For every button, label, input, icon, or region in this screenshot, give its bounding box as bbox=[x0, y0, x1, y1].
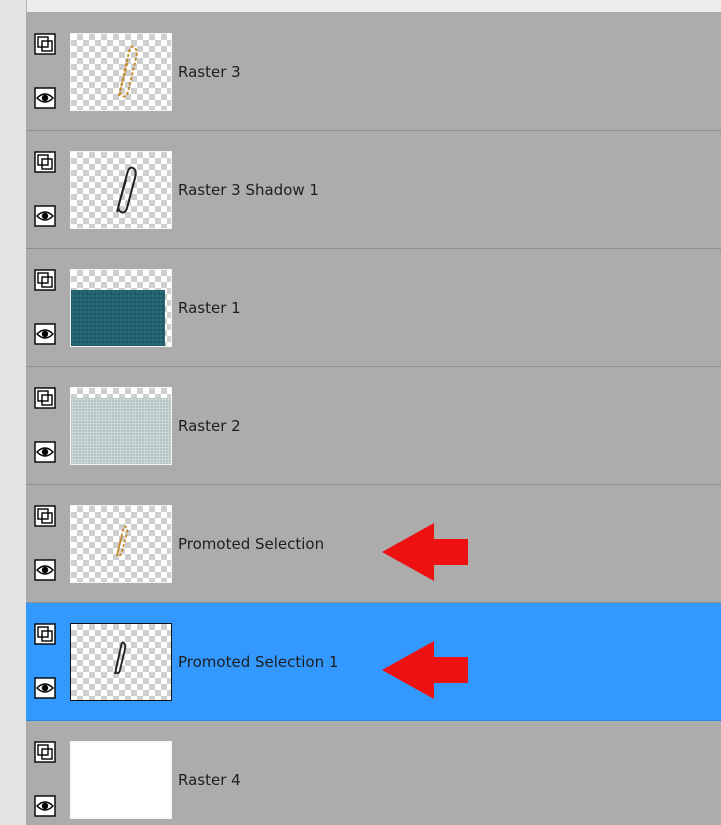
layer-name: Raster 4 bbox=[178, 771, 241, 789]
grey-texture bbox=[71, 398, 171, 464]
layer-thumbnail[interactable] bbox=[70, 387, 172, 465]
layer-name: Raster 2 bbox=[178, 417, 241, 435]
link-layer-icon[interactable] bbox=[34, 387, 56, 409]
eye-icon[interactable] bbox=[34, 795, 56, 817]
layer-name: Raster 3 Shadow 1 bbox=[178, 181, 319, 199]
layer-row[interactable]: Raster 2 bbox=[26, 367, 721, 485]
eye-icon[interactable] bbox=[34, 205, 56, 227]
link-layer-icon[interactable] bbox=[34, 269, 56, 291]
layer-thumbnail[interactable] bbox=[70, 623, 172, 701]
link-layer-icon[interactable] bbox=[34, 623, 56, 645]
layer-row-selected[interactable]: Promoted Selection 1 bbox=[26, 603, 721, 721]
layer-thumbnail[interactable] bbox=[70, 741, 172, 819]
layers-panel: Raster 3 Raster 3 Shadow 1 Raster 1 Rast… bbox=[26, 13, 721, 825]
layer-name: Promoted Selection 1 bbox=[178, 653, 339, 671]
panel-left-edge bbox=[0, 0, 27, 825]
layer-row[interactable]: Raster 1 bbox=[26, 249, 721, 367]
paperclip-icon bbox=[116, 525, 129, 557]
link-layer-icon[interactable] bbox=[34, 151, 56, 173]
eye-icon[interactable] bbox=[34, 441, 56, 463]
eye-icon[interactable] bbox=[34, 323, 56, 345]
layer-thumbnail[interactable] bbox=[70, 269, 172, 347]
red-arrow-icon bbox=[382, 641, 468, 699]
layer-row[interactable]: Promoted Selection bbox=[26, 485, 721, 603]
link-layer-icon[interactable] bbox=[34, 505, 56, 527]
paperclip-icon bbox=[118, 45, 138, 98]
layer-name: Promoted Selection bbox=[178, 535, 325, 553]
link-layer-icon[interactable] bbox=[34, 33, 56, 55]
teal-texture bbox=[71, 290, 165, 346]
eye-icon[interactable] bbox=[34, 87, 56, 109]
layer-row[interactable]: Raster 3 Shadow 1 bbox=[26, 131, 721, 249]
layer-row[interactable]: Raster 3 bbox=[26, 13, 721, 131]
eye-icon[interactable] bbox=[34, 559, 56, 581]
paperclip-icon bbox=[114, 641, 127, 675]
red-arrow-icon bbox=[382, 523, 468, 581]
layer-name: Raster 1 bbox=[178, 299, 241, 317]
layer-name: Raster 3 bbox=[178, 63, 241, 81]
layer-thumbnail[interactable] bbox=[70, 33, 172, 111]
layer-thumbnail[interactable] bbox=[70, 505, 172, 583]
paperclip-icon bbox=[116, 166, 137, 214]
eye-icon[interactable] bbox=[34, 677, 56, 699]
link-layer-icon[interactable] bbox=[34, 741, 56, 763]
layer-row[interactable]: Raster 4 bbox=[26, 721, 721, 825]
panel-top-edge bbox=[0, 0, 721, 13]
layer-thumbnail[interactable] bbox=[70, 151, 172, 229]
